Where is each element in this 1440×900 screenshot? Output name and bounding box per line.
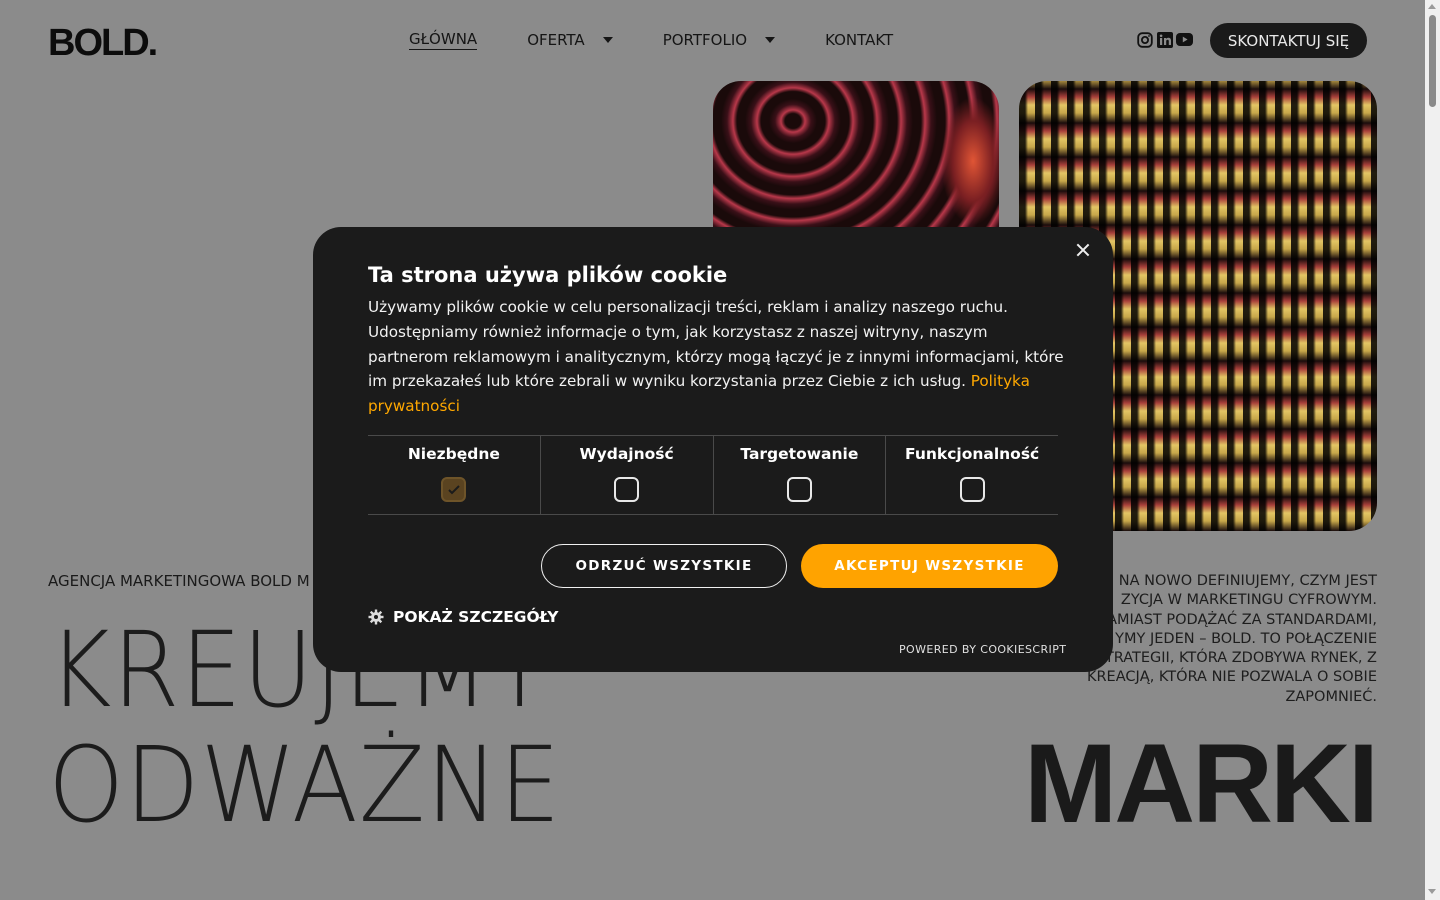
contact-button[interactable]: SKONTAKTUJ SIĘ <box>1210 23 1367 58</box>
linkedin-icon[interactable] <box>1156 31 1173 48</box>
logo[interactable]: BOLD. <box>48 22 158 65</box>
cookie-category-functionality: Funkcjonalność <box>885 436 1058 514</box>
caret-down-icon <box>602 37 613 43</box>
scroll-down-icon[interactable] <box>1428 889 1436 894</box>
caret-down-icon <box>765 37 776 43</box>
main-nav: GŁÓWNA OFERTA PORTFOLIO KONTAKT <box>409 30 943 50</box>
cookie-consent-dialog: Ta strona używa plików cookie Używamy pl… <box>313 227 1113 672</box>
functionality-checkbox[interactable] <box>959 477 985 502</box>
performance-checkbox[interactable] <box>614 477 640 502</box>
page-scrollbar[interactable] <box>1425 0 1440 900</box>
nav-item-oferta[interactable]: OFERTA <box>527 31 613 49</box>
social-links <box>1136 31 1193 48</box>
scroll-up-icon[interactable] <box>1428 4 1436 9</box>
show-details-label: POKAŻ SZCZEGÓŁY <box>393 608 559 626</box>
instagram-icon[interactable] <box>1136 31 1153 48</box>
cookie-categories: Niezbędne Wydajność Targetowanie Funkcjo… <box>368 435 1058 515</box>
hero-headline-line2: ODWAŻNE <box>48 724 562 846</box>
category-label: Niezbędne <box>407 445 500 463</box>
cookie-category-performance: Wydajność <box>539 436 713 514</box>
hero-headline-bold: MARKI <box>1023 721 1379 846</box>
show-details-button[interactable]: POKAŻ SZCZEGÓŁY <box>368 608 558 626</box>
youtube-icon[interactable] <box>1176 31 1193 48</box>
cookie-body-text: Używamy plików cookie w celu personaliza… <box>368 298 1064 391</box>
category-label: Targetowanie <box>740 445 859 463</box>
cookie-category-targeting: Targetowanie <box>712 436 886 514</box>
cookie-title: Ta strona używa plików cookie <box>368 263 728 287</box>
close-icon[interactable] <box>1075 242 1091 258</box>
category-label: Wydajność <box>579 445 674 463</box>
nav-item-label: PORTFOLIO <box>662 31 748 49</box>
nav-item-glowna[interactable]: GŁÓWNA <box>409 30 478 50</box>
category-label: Funkcjonalność <box>905 445 1040 463</box>
nav-item-kontakt[interactable]: KONTAKT <box>825 31 893 49</box>
cookie-category-necessary: Niezbędne <box>368 436 540 514</box>
checkmark-icon <box>448 484 460 494</box>
targeting-checkbox[interactable] <box>786 477 812 502</box>
accept-all-button[interactable]: AKCEPTUJ WSZYSTKIE <box>801 544 1058 588</box>
necessary-checkbox[interactable] <box>441 477 467 502</box>
scrollbar-thumb[interactable] <box>1429 15 1436 107</box>
nav-item-label: OFERTA <box>527 31 585 49</box>
cookie-description: Używamy plików cookie w celu personaliza… <box>368 295 1068 419</box>
nav-item-label: KONTAKT <box>825 31 894 49</box>
nav-item-label: GŁÓWNA <box>409 30 478 50</box>
reject-all-button[interactable]: ODRZUĆ WSZYSTKIE <box>541 544 787 588</box>
gear-icon <box>368 609 384 625</box>
hero-tagline: AGENCJA MARKETINGOWA BOLD M <box>48 572 310 590</box>
nav-item-portfolio[interactable]: PORTFOLIO <box>662 31 776 49</box>
powered-by-link[interactable]: POWERED BY COOKIESCRIPT <box>899 643 1066 656</box>
